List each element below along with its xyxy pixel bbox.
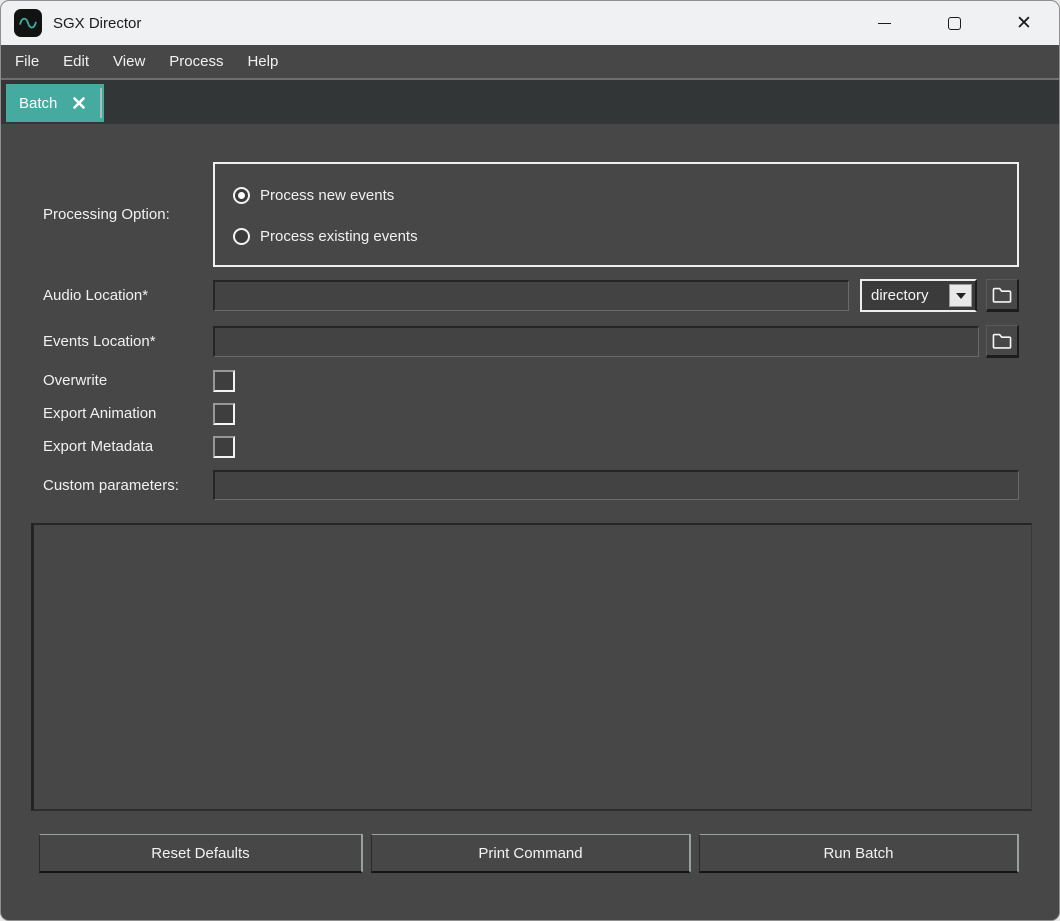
tab-bar: Batch bbox=[1, 78, 1059, 124]
tab-batch[interactable]: Batch bbox=[6, 84, 104, 122]
app-window: SGX Director ✕ File Edit View Process He… bbox=[0, 0, 1060, 921]
audio-location-browse-button[interactable] bbox=[986, 279, 1019, 312]
menu-bar: File Edit View Process Help bbox=[1, 45, 1059, 78]
maximize-button[interactable] bbox=[931, 3, 977, 43]
menu-edit[interactable]: Edit bbox=[51, 45, 101, 78]
app-logo-icon bbox=[14, 9, 42, 37]
folder-icon bbox=[991, 332, 1013, 350]
export-animation-checkbox[interactable] bbox=[213, 403, 235, 425]
folder-icon bbox=[991, 286, 1013, 304]
tab-edge-divider bbox=[100, 88, 102, 118]
radio-row-existing-events[interactable]: Process existing events bbox=[233, 228, 418, 245]
radio-existing-events-label: Process existing events bbox=[260, 228, 418, 245]
tab-close-icon bbox=[72, 96, 86, 110]
menu-help[interactable]: Help bbox=[235, 45, 290, 78]
batch-panel: Processing Option: Process new events Pr… bbox=[1, 124, 1059, 921]
audio-location-label: Audio Location* bbox=[43, 287, 148, 304]
title-bar: SGX Director ✕ bbox=[1, 1, 1059, 45]
export-animation-label: Export Animation bbox=[43, 405, 156, 422]
radio-new-events-label: Process new events bbox=[260, 187, 394, 204]
close-button[interactable]: ✕ bbox=[1001, 3, 1047, 43]
menu-file[interactable]: File bbox=[3, 45, 51, 78]
audio-location-type-dropdown[interactable]: directory bbox=[860, 279, 977, 312]
radio-row-new-events[interactable]: Process new events bbox=[233, 187, 394, 204]
tab-batch-label: Batch bbox=[19, 95, 57, 112]
events-location-input[interactable] bbox=[213, 326, 979, 357]
menu-process[interactable]: Process bbox=[157, 45, 235, 78]
processing-option-group: Process new events Process existing even… bbox=[213, 162, 1019, 267]
audio-location-type-value: directory bbox=[871, 287, 929, 304]
window-controls: ✕ bbox=[837, 3, 1047, 43]
custom-parameters-label: Custom parameters: bbox=[43, 477, 179, 494]
custom-parameters-input[interactable] bbox=[213, 470, 1019, 500]
export-metadata-checkbox[interactable] bbox=[213, 436, 235, 458]
maximize-icon bbox=[948, 17, 961, 30]
minimize-button[interactable] bbox=[861, 3, 907, 43]
close-icon: ✕ bbox=[1016, 14, 1032, 33]
tab-close-button[interactable] bbox=[72, 96, 86, 110]
radio-process-existing-events[interactable] bbox=[233, 228, 250, 245]
events-location-browse-button[interactable] bbox=[986, 325, 1019, 358]
minimize-icon bbox=[878, 23, 891, 24]
overwrite-label: Overwrite bbox=[43, 372, 107, 389]
dropdown-arrow-button[interactable] bbox=[949, 284, 972, 307]
output-log-area[interactable] bbox=[31, 523, 1032, 811]
export-metadata-label: Export Metadata bbox=[43, 438, 153, 455]
radio-process-new-events[interactable] bbox=[233, 187, 250, 204]
menu-view[interactable]: View bbox=[101, 45, 157, 78]
overwrite-checkbox[interactable] bbox=[213, 370, 235, 392]
events-location-label: Events Location* bbox=[43, 333, 156, 350]
chevron-down-icon bbox=[956, 293, 966, 299]
sine-wave-icon bbox=[17, 12, 39, 34]
audio-location-input[interactable] bbox=[213, 280, 849, 311]
window-title: SGX Director bbox=[53, 15, 837, 32]
run-batch-button[interactable]: Run Batch bbox=[699, 834, 1019, 873]
print-command-button[interactable]: Print Command bbox=[371, 834, 691, 873]
processing-option-label: Processing Option: bbox=[43, 206, 170, 223]
reset-defaults-button[interactable]: Reset Defaults bbox=[39, 834, 363, 873]
